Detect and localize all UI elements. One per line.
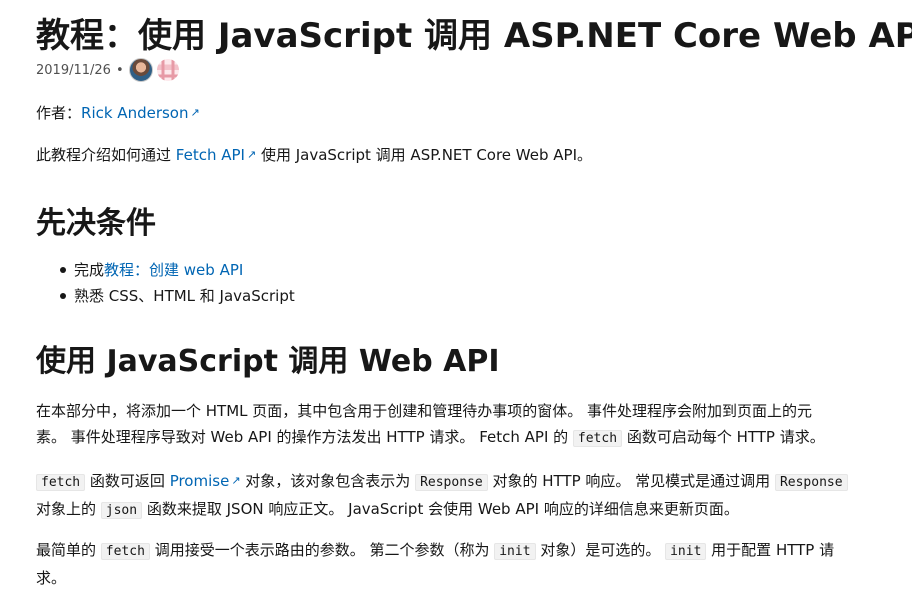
author-line: 作者：Rick Anderson ↗ [36,100,886,126]
paragraph-3: 最简单的 fetch 调用接受一个表示路由的参数。 第二个参数（称为 init … [36,537,886,591]
fetch-api-link[interactable]: Fetch API [176,146,245,164]
meta-separator: • [115,62,124,78]
contributor-avatar[interactable] [128,58,153,82]
code-init: init [494,543,536,560]
section-heading-call-api: 使用 JavaScript 调用 Web API [36,344,500,379]
section-heading-prerequisites: 先决条件 [36,206,156,241]
code-fetch: fetch [572,430,623,447]
code-fetch: fetch [100,543,150,560]
list-item: 完成教程：创建 web API [36,257,295,283]
code-init: init [665,543,707,560]
external-link-icon: ↗ [231,474,241,487]
paragraph-line: 对象上的 json 函数来提取 JSON 响应正文。 JavaScript 会使… [36,500,739,519]
code-fetch: fetch [36,474,86,491]
code-response: Response [774,474,848,491]
paragraph-1: 在本部分中，将添加一个 HTML 页面，其中包含用于创建和管理待办事项的窗体。 … [36,398,886,452]
prerequisites-list: 完成教程：创建 web API 熟悉 CSS、HTML 和 JavaScript [36,257,295,309]
external-link-icon: ↗ [190,106,200,119]
page-title: 教程：使用 JavaScript 调用 ASP.NET Core Web API [36,16,912,56]
tutorial-link[interactable]: 教程：创建 web API [104,261,243,279]
paragraph-2: fetch 函数可返回 Promise ↗ 对象，该对象包含表示为 Respons… [36,468,886,524]
paragraph-line: 求。 [36,569,67,587]
paragraph-line: 素。 事件处理程序导致对 Web API 的操作方法发出 HTTP 请求。 Fe… [36,428,825,447]
article-meta: 2019/11/26 • [36,58,183,82]
code-response: Response [415,474,488,491]
contributor-avatar[interactable] [156,59,179,81]
promise-link[interactable]: Promise [170,472,230,490]
code-json: json [100,502,143,519]
external-link-icon: ↗ [246,148,257,161]
paragraph-line: 最简单的 fetch 调用接受一个表示路由的参数。 第二个参数（称为 init … [36,541,835,560]
author-link[interactable]: Rick Anderson [81,104,188,122]
paragraph-line: fetch 函数可返回 Promise ↗ 对象，该对象包含表示为 Respons… [36,468,886,496]
list-item: 熟悉 CSS、HTML 和 JavaScript [36,283,295,309]
paragraph-line: 在本部分中，将添加一个 HTML 页面，其中包含用于创建和管理待办事项的窗体。 … [36,402,813,420]
article-date: 2019/11/26 [36,62,111,78]
intro-paragraph: 此教程介绍如何通过 Fetch API ↗ 使用 JavaScript 调用 AS… [36,142,886,168]
